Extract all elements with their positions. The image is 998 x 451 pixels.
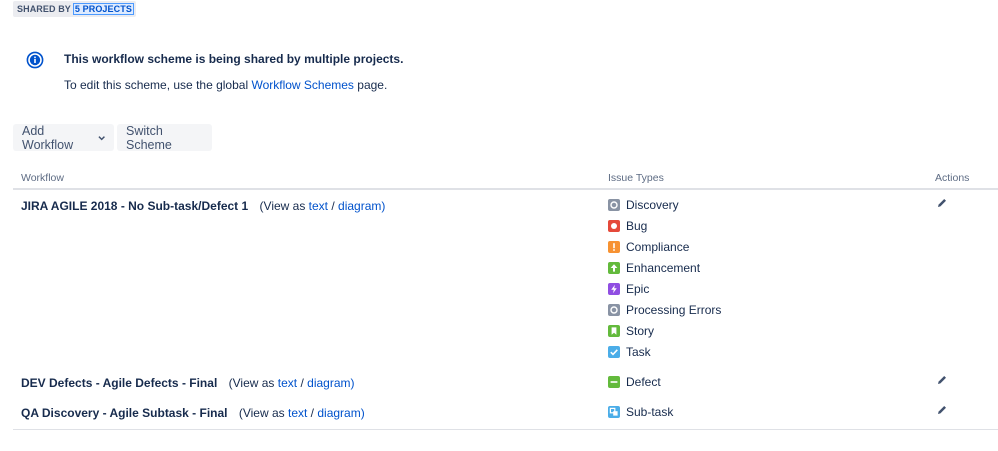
- workflow-name: DEV Defects - Agile Defects - Final: [21, 376, 218, 390]
- issue-type-label: Defect: [626, 375, 661, 389]
- issue-type-item: Processing Errors: [608, 303, 721, 317]
- issue-type-label: Enhancement: [626, 261, 701, 275]
- issue-type-label: Processing Errors: [626, 303, 722, 317]
- info-message-text: To edit this scheme, use the global Work…: [64, 78, 387, 92]
- view-as-diagram-link[interactable]: diagram): [307, 376, 354, 390]
- column-header-actions: Actions: [935, 172, 970, 184]
- info-text-before: To edit this scheme, use the global: [64, 78, 249, 92]
- workflow-row: JIRA AGILE 2018 - No Sub-task/Defect 1 (…: [21, 199, 385, 213]
- column-header-issue-types: Issue Types: [608, 172, 664, 184]
- issue-type-item: Compliance: [608, 240, 689, 254]
- issue-type-item: Task: [608, 345, 651, 359]
- view-as-label: (View as: [259, 199, 306, 213]
- story-icon: [608, 325, 620, 337]
- add-workflow-label: Add Workflow: [22, 123, 74, 152]
- info-text-after: page.: [357, 78, 388, 92]
- view-as: (View as text / diagram): [260, 199, 386, 213]
- discovery-icon: [608, 199, 620, 211]
- info-icon: [26, 51, 44, 69]
- workflow-row: DEV Defects - Agile Defects - Final (Vie…: [21, 376, 355, 390]
- processing-errors-icon: [608, 304, 620, 316]
- view-as-separator: /: [310, 406, 315, 420]
- view-as-text-link[interactable]: text: [278, 376, 297, 390]
- view-as-diagram-link[interactable]: diagram): [317, 406, 364, 420]
- issue-type-label: Epic: [626, 282, 650, 296]
- chevron-down-icon: [98, 135, 105, 140]
- edit-pencil-icon[interactable]: [936, 197, 948, 209]
- view-as-text-link[interactable]: text: [309, 199, 328, 213]
- task-icon: [608, 346, 620, 358]
- edit-pencil-icon[interactable]: [936, 374, 948, 386]
- view-as: (View as text / diagram): [239, 406, 365, 420]
- issue-type-item: Defect: [608, 375, 661, 389]
- view-as-diagram-link[interactable]: diagram): [338, 199, 385, 213]
- bug-icon: [608, 220, 620, 232]
- issue-type-label: Task: [626, 345, 651, 359]
- issue-type-label: Sub-task: [626, 405, 674, 419]
- epic-icon: [608, 283, 620, 295]
- column-header-workflow: Workflow: [21, 172, 64, 184]
- switch-scheme-button[interactable]: Switch Scheme: [117, 124, 212, 152]
- defect-icon: [608, 376, 620, 388]
- view-as-label: (View as: [228, 376, 275, 390]
- workflow-schemes-link[interactable]: Workflow Schemes: [251, 78, 353, 92]
- view-as-label: (View as: [238, 406, 285, 420]
- sub-task-icon: [608, 406, 620, 418]
- issue-type-item: Bug: [608, 219, 647, 233]
- workflow-name: QA Discovery - Agile Subtask - Final: [21, 406, 228, 420]
- compliance-icon: [608, 241, 620, 253]
- table-bottom-divider: [13, 429, 998, 430]
- edit-pencil-icon[interactable]: [936, 404, 948, 416]
- issue-type-item: Story: [608, 324, 654, 338]
- issue-type-item: Epic: [608, 282, 649, 296]
- add-workflow-button[interactable]: Add Workflow: [13, 123, 114, 152]
- workflow-name: JIRA AGILE 2018 - No Sub-task/Defect 1: [21, 199, 249, 213]
- issue-type-label: Bug: [626, 219, 648, 233]
- issue-type-item: Sub-task: [608, 405, 673, 419]
- view-as-separator: /: [300, 376, 304, 390]
- issue-type-label: Discovery: [626, 198, 679, 212]
- workflow-row: QA Discovery - Agile Subtask - Final (Vi…: [21, 406, 365, 420]
- issue-type-label: Compliance: [626, 240, 690, 254]
- shared-projects-link[interactable]: 5 PROJECTS: [72, 3, 134, 15]
- table-header-divider: [13, 188, 998, 190]
- enhancement-icon: [608, 262, 620, 274]
- issue-type-label: Story: [626, 324, 655, 338]
- view-as-separator: /: [331, 199, 335, 213]
- view-as-text-link[interactable]: text: [288, 406, 307, 420]
- issue-type-item: Discovery: [608, 198, 679, 212]
- shared-by-label: SHARED BY: [17, 4, 71, 14]
- view-as: (View as text / diagram): [229, 376, 355, 390]
- issue-type-item: Enhancement: [608, 261, 700, 275]
- shared-by-badge: SHARED BY 5 PROJECTS: [13, 1, 136, 17]
- info-message-title: This workflow scheme is being shared by …: [64, 52, 404, 66]
